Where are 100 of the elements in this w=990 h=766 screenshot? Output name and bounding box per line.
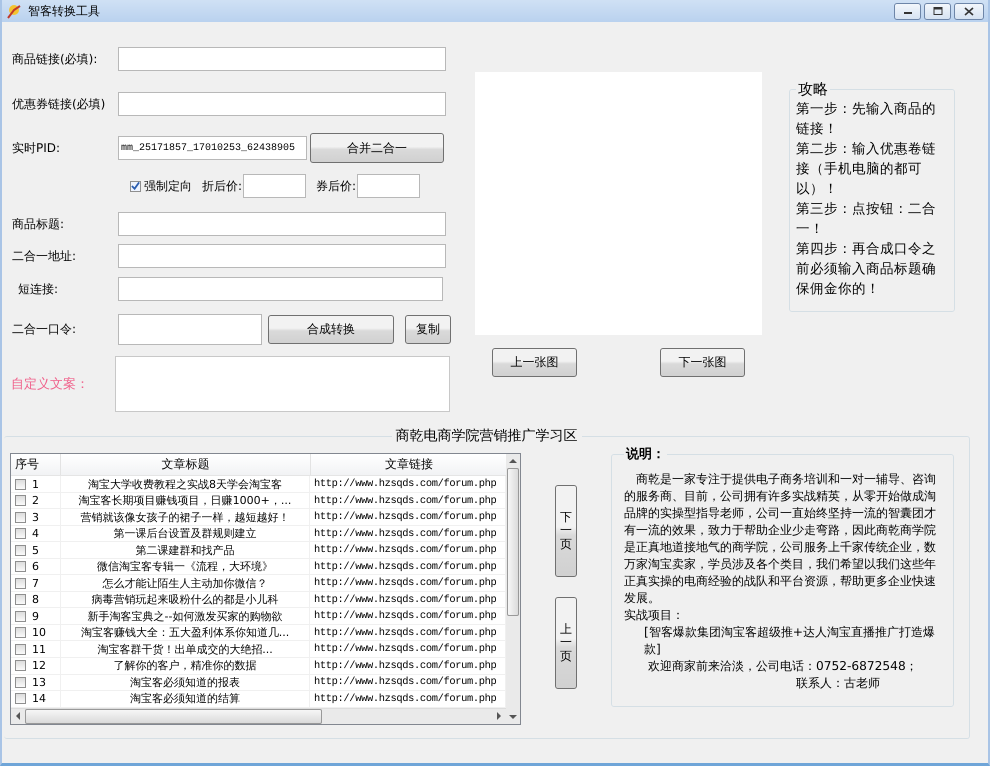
table-cell: http://www.hzsqds.com/forum.php bbox=[314, 676, 496, 688]
table-cell: http://www.hzsqds.com/forum.php bbox=[314, 494, 496, 507]
table-cell: 13 bbox=[32, 676, 46, 689]
table-cell: 11 bbox=[32, 642, 46, 656]
table-cell: http://www.hzsqds.com/forum.php bbox=[314, 560, 496, 573]
table-cell: http://www.hzsqds.com/forum.php bbox=[314, 478, 496, 490]
table-cell: 淘宝客必须知道的结算 bbox=[130, 691, 240, 706]
merge-button[interactable]: 合并二合一 bbox=[310, 133, 444, 163]
description-text: 联系人：古老师 bbox=[795, 675, 881, 692]
text-area[interactable] bbox=[115, 356, 450, 412]
column-header: 文章标题 bbox=[61, 454, 311, 476]
maximize-icon bbox=[932, 7, 942, 15]
checkbox[interactable] bbox=[15, 512, 26, 523]
step-text: 第三步：点按钮：二合一！ bbox=[796, 200, 937, 239]
input-field[interactable] bbox=[118, 92, 446, 116]
checkbox[interactable] bbox=[15, 660, 26, 672]
table-cell: 淘宝大学收费教程之实战8天学会淘宝客 bbox=[88, 476, 282, 492]
description-text: 商乾是一家专注于提供电子商务培训和一对一辅导、咨询的服务商、目前，公司拥有许多实战精英，从零开始做成淘品牌的实操型指导老师，公司一直始终坚持一流的智囊团才有一流的效果，致力于帮助企业少走弯路，因此商乾商学院是正真地道接地气的商学院，公司服务上千家传统企业，数万家淘宝卖家，学员涉及各个类目，我们希望以我们这些年正真实操的电商经验的战队和平台资源，帮助更多企业快速发展。 bbox=[624, 471, 938, 607]
horizontal-scrollbar[interactable] bbox=[11, 708, 506, 724]
table-cell: http://www.hzsqds.com/forum.php bbox=[314, 544, 496, 556]
step-text: 第四步：再合成口令之前必须输入商品标题确保佣金你的！ bbox=[796, 240, 937, 299]
table-cell: 淘宝客赚钱大全：五大盈利体系你知道几... bbox=[80, 625, 290, 640]
field-label: 二合一地址: bbox=[11, 248, 78, 264]
input-field[interactable] bbox=[118, 212, 446, 236]
checkbox[interactable] bbox=[15, 495, 26, 506]
input-field[interactable] bbox=[118, 244, 446, 268]
checkbox[interactable] bbox=[15, 561, 26, 572]
table-cell: http://www.hzsqds.com/forum.php bbox=[314, 643, 496, 656]
table-cell: 2 bbox=[32, 494, 39, 508]
checkbox[interactable] bbox=[15, 610, 26, 622]
input-field[interactable] bbox=[118, 277, 443, 301]
table-cell: 5 bbox=[32, 544, 39, 557]
vertical-scrollbar[interactable] bbox=[506, 454, 520, 724]
table-cell: 6 bbox=[32, 560, 39, 574]
input-field[interactable] bbox=[357, 174, 420, 198]
table-cell: 12 bbox=[32, 659, 46, 672]
table-cell: 9 bbox=[32, 610, 39, 623]
checkbox[interactable] bbox=[15, 693, 26, 704]
table-cell: http://www.hzsqds.com/forum.php bbox=[314, 594, 496, 606]
checkbox[interactable] bbox=[15, 478, 26, 490]
table-cell: 新手淘客宝典之--如何激发买家的购物欲 bbox=[88, 608, 282, 624]
checkbox[interactable] bbox=[130, 180, 141, 192]
table-cell: 8 bbox=[32, 593, 39, 606]
next-page-button[interactable]: 下一页 bbox=[555, 485, 577, 577]
maximize-button[interactable] bbox=[924, 2, 951, 20]
input-field[interactable] bbox=[243, 174, 306, 198]
close-button[interactable] bbox=[954, 2, 984, 20]
right-arrow-icon[interactable] bbox=[496, 712, 502, 720]
panel-title: 攻略 bbox=[797, 80, 829, 99]
field-label: 商品链接(必填): bbox=[11, 50, 98, 68]
previous-page-button[interactable]: 上一页 bbox=[555, 597, 577, 689]
table-cell: 1 bbox=[32, 478, 39, 491]
left-arrow-icon[interactable] bbox=[15, 712, 21, 720]
convert-button[interactable]: 合成转换 bbox=[268, 314, 394, 344]
previous-image-button[interactable]: 上一张图 bbox=[492, 348, 577, 377]
checkbox[interactable] bbox=[15, 578, 26, 589]
input-field[interactable] bbox=[118, 314, 262, 344]
field-label: 商品标题: bbox=[11, 216, 66, 232]
close-icon bbox=[964, 6, 974, 16]
table-cell: 病毒营销玩起来吸粉什么的都是小儿科 bbox=[92, 592, 278, 608]
table-cell: 10 bbox=[32, 626, 46, 640]
description-text: 欢迎商家前来洽淡，公司电话：0752-6872548； bbox=[647, 658, 919, 675]
up-arrow-icon[interactable] bbox=[509, 458, 517, 464]
table-cell: http://www.hzsqds.com/forum.php bbox=[314, 660, 496, 672]
table-cell: http://www.hzsqds.com/forum.php bbox=[314, 528, 496, 540]
table-cell: 微信淘宝客专辑一《流程，大环境》 bbox=[97, 559, 273, 574]
checkbox[interactable] bbox=[15, 594, 26, 606]
input-field[interactable]: mm_25171857_17010253_62438905 bbox=[118, 136, 307, 160]
table-cell: http://www.hzsqds.com/forum.php bbox=[314, 577, 496, 590]
panel-title: 商乾电商学院营销推广学习区 bbox=[394, 427, 578, 445]
next-image-button[interactable]: 下一张图 bbox=[660, 348, 745, 377]
table-cell: 了解你的客户，精准你的数据 bbox=[114, 658, 256, 674]
field-label: 实时PID: bbox=[11, 140, 62, 156]
checkbox[interactable] bbox=[15, 644, 26, 655]
checkbox[interactable] bbox=[15, 676, 26, 688]
app-icon bbox=[6, 3, 22, 19]
table-cell: 第二课建群和找产品 bbox=[136, 542, 234, 558]
description-text: 实战项目： bbox=[624, 607, 685, 624]
copy-button[interactable]: 复制 bbox=[405, 314, 451, 344]
field-label: 优惠券链接(必填) bbox=[11, 96, 106, 112]
minimize-button[interactable] bbox=[894, 2, 921, 20]
field-label: 自定义文案： bbox=[10, 376, 90, 393]
checkbox[interactable] bbox=[15, 528, 26, 540]
field-label: 二合一口令: bbox=[11, 320, 78, 338]
checkbox-label: 强制定向 bbox=[144, 178, 192, 194]
table-cell: http://www.hzsqds.com/forum.php bbox=[314, 610, 496, 622]
field-label: 券后价: bbox=[316, 178, 356, 194]
table-cell: 淘宝客必须知道的报表 bbox=[130, 674, 240, 690]
table-cell: http://www.hzsqds.com/forum.php bbox=[314, 511, 496, 524]
table-cell: 7 bbox=[32, 576, 39, 590]
input-field[interactable] bbox=[118, 47, 446, 71]
down-arrow-icon[interactable] bbox=[509, 714, 517, 720]
checkbox[interactable] bbox=[15, 627, 26, 638]
step-text: 第二步：输入优惠卷链接（手机电脑的都可以）！ bbox=[796, 140, 937, 199]
table-cell: 怎么才能让陌生人主动加你微信？ bbox=[102, 576, 268, 591]
column-header: 序号 bbox=[11, 454, 61, 476]
table-cell: http://www.hzsqds.com/forum.php bbox=[314, 692, 496, 705]
field-label: 折后价: bbox=[202, 178, 242, 194]
checkbox[interactable] bbox=[15, 544, 26, 556]
table-cell: http://www.hzsqds.com/forum.php bbox=[314, 626, 496, 639]
